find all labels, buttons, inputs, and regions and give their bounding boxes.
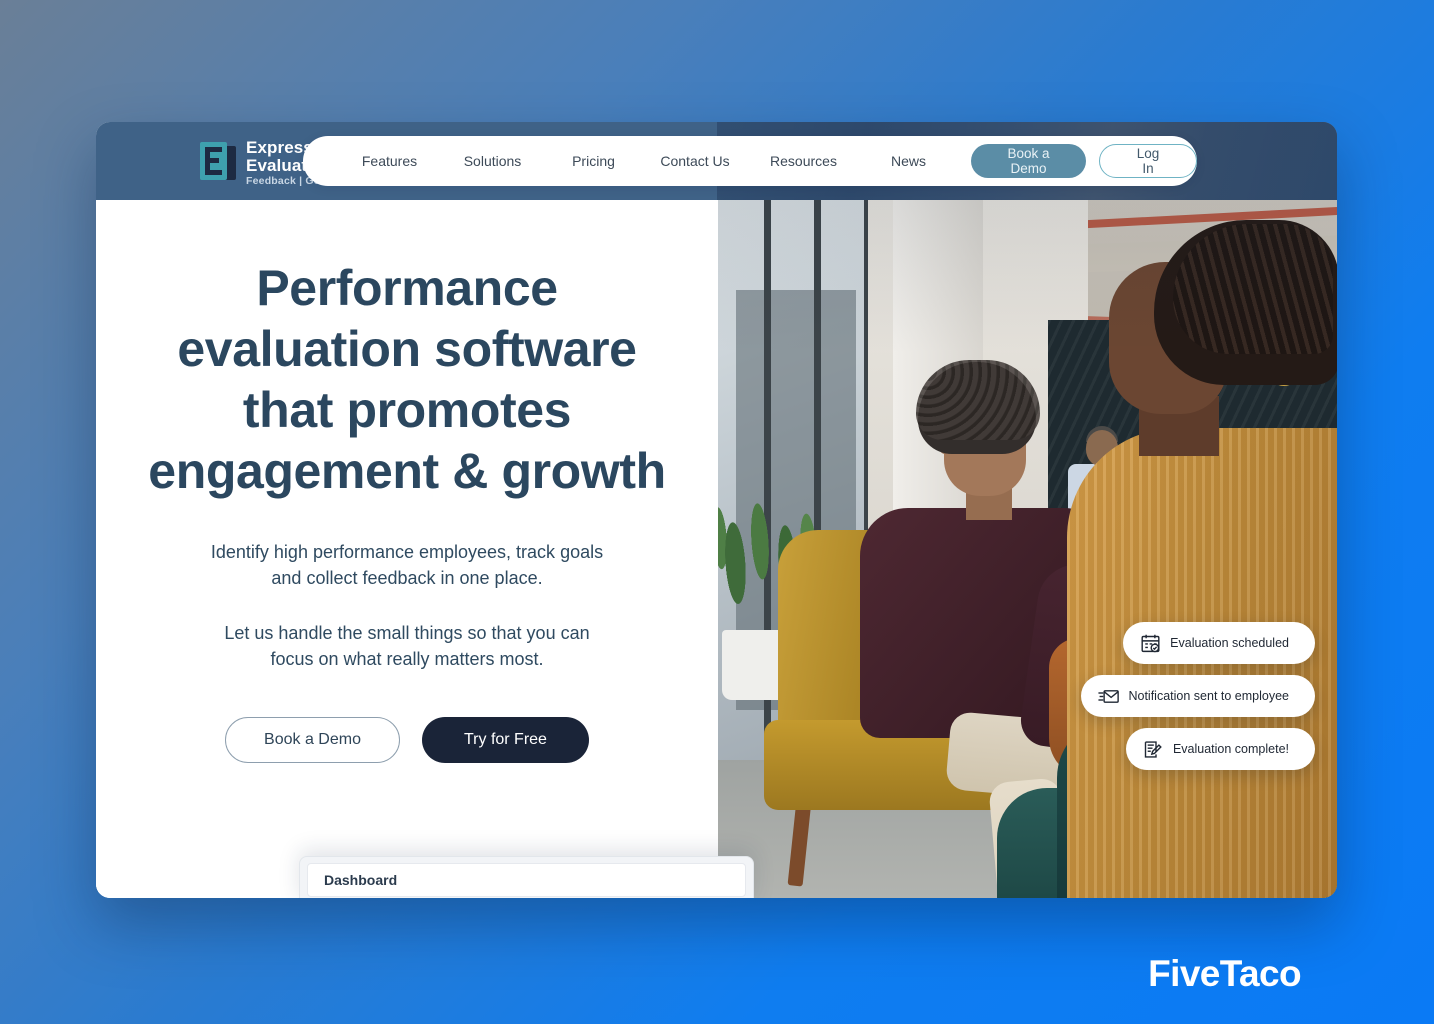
notification-card[interactable]: Evaluation complete! [1125, 728, 1315, 770]
nav-cta-group: Book a Demo Log In [971, 144, 1197, 178]
notification-label: Evaluation scheduled [1170, 636, 1289, 650]
envelope-send-icon [1097, 685, 1119, 707]
calendar-icon [1139, 632, 1161, 654]
dashboard-card-title: Dashboard [324, 872, 398, 888]
nav-item-contact-us[interactable]: Contact Us [643, 153, 747, 169]
letter-e-logo-icon [200, 141, 236, 184]
hero-cta-group: Book a Demo Try for Free [96, 717, 718, 764]
hero-try-for-free-button[interactable]: Try for Free [421, 717, 589, 764]
nav-link-group: Features Solutions Pricing Contact Us Re… [338, 153, 957, 169]
nav-item-features[interactable]: Features [338, 153, 441, 169]
hero-headline: Performance evaluation software that pro… [148, 260, 666, 499]
clipboard-pencil-icon [1142, 738, 1164, 760]
notification-card-group: Evaluation scheduled Notification sent t… [1081, 622, 1315, 770]
browser-window: Express Evaluations Feedback | Goals Fea… [96, 122, 1337, 898]
hero-section: Performance evaluation software that pro… [96, 200, 1337, 898]
nav-item-news[interactable]: News [860, 153, 957, 169]
notification-card[interactable]: Evaluation scheduled [1123, 622, 1315, 664]
main-navigation: Features Solutions Pricing Contact Us Re… [303, 136, 1197, 186]
notification-label: Evaluation complete! [1172, 742, 1289, 756]
nav-login-button[interactable]: Log In [1099, 144, 1197, 178]
nav-item-solutions[interactable]: Solutions [441, 153, 544, 169]
hero-photograph: Evaluation scheduled Notification sent t… [718, 200, 1337, 898]
nav-item-pricing[interactable]: Pricing [544, 153, 643, 169]
dashboard-preview-card[interactable]: Dashboard [299, 856, 754, 898]
hero-subtitle-primary: Identify high performance employees, tra… [210, 542, 604, 588]
hero-subtitle-secondary: Let us handle the small things so that y… [224, 623, 590, 669]
nav-book-demo-button[interactable]: Book a Demo [971, 144, 1087, 178]
fivetaco-watermark: FiveTaco [1148, 953, 1301, 994]
notification-card[interactable]: Notification sent to employee [1081, 675, 1315, 717]
nav-item-resources[interactable]: Resources [747, 153, 860, 169]
dashboard-card-header: Dashboard [307, 863, 746, 897]
notification-label: Notification sent to employee [1128, 689, 1289, 703]
hero-book-demo-button[interactable]: Book a Demo [225, 717, 400, 764]
hero-copy-column: Performance evaluation software that pro… [96, 200, 754, 898]
